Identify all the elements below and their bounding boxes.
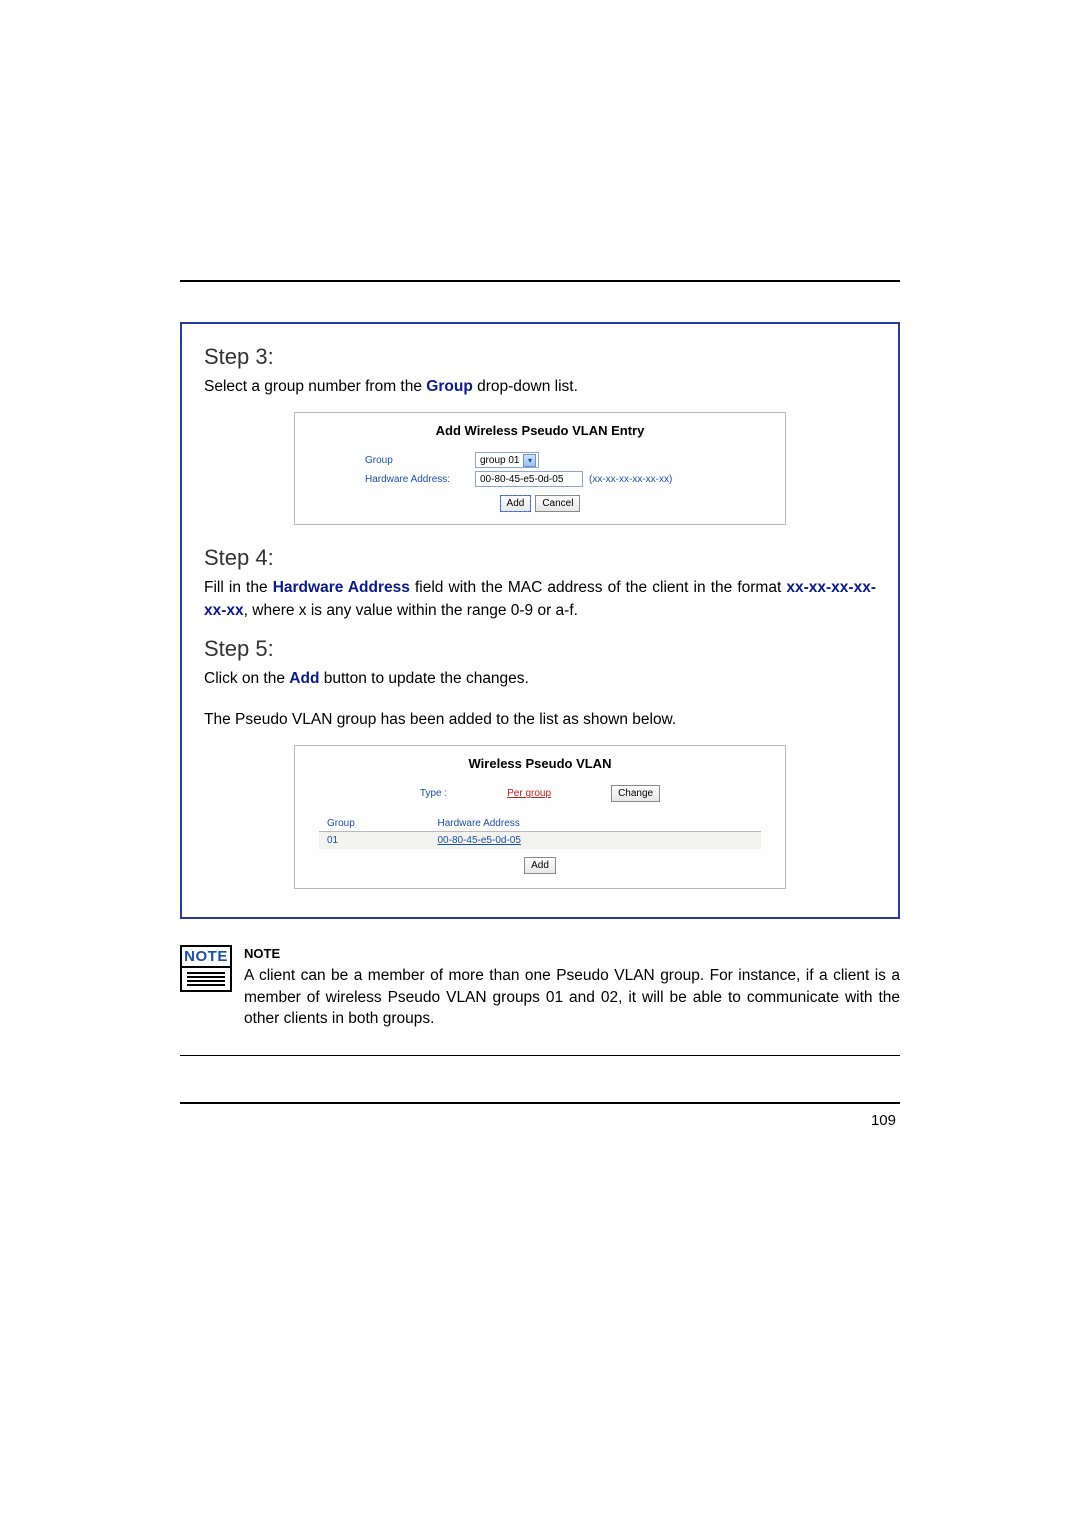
note-icon: NOTE <box>180 945 232 992</box>
type-value-link[interactable]: Per group <box>507 788 551 799</box>
steps-box: Step 3: Select a group number from the G… <box>180 322 900 919</box>
page-number: 109 <box>180 1112 900 1129</box>
type-row: Type : Per group Change <box>319 785 761 802</box>
step5-heading: Step 5: <box>204 636 876 662</box>
rule-under-note <box>180 1055 900 1056</box>
note-body: A client can be a member of more than on… <box>244 965 900 1029</box>
step4-seg2: field with the MAC address of the client… <box>410 579 786 596</box>
step3-text-post: drop-down list. <box>473 378 578 395</box>
rule-footer <box>180 1102 900 1104</box>
note-icon-lines <box>180 968 232 992</box>
step5-result: The Pseudo VLAN group has been added to … <box>204 709 876 731</box>
step5-bold1: Add <box>289 670 319 687</box>
step5-seg2: button to update the changes. <box>319 670 528 687</box>
step3-text-pre: Select a group number from the <box>204 378 426 395</box>
cell-group: 01 <box>319 832 430 850</box>
cancel-button[interactable]: Cancel <box>535 495 580 512</box>
vlan-list-buttons: Add <box>319 857 761 874</box>
table-header-row: Group Hardware Address <box>319 816 761 832</box>
step5-seg1: Click on the <box>204 670 289 687</box>
add-entry-title: Add Wireless Pseudo VLAN Entry <box>325 423 755 438</box>
step3-text: Select a group number from the Group dro… <box>204 376 876 398</box>
hw-row: Hardware Address: (xx-xx-xx-xx-xx-xx) <box>325 471 755 487</box>
note-icon-label: NOTE <box>180 945 232 968</box>
step4-bold1: Hardware Address <box>273 579 410 596</box>
add-entry-buttons: Add Cancel <box>325 495 755 512</box>
step3-heading: Step 3: <box>204 344 876 370</box>
group-select-value: group 01 <box>480 455 519 466</box>
vlan-table: Group Hardware Address 01 00-80-45-e5-0d… <box>319 816 761 849</box>
group-label: Group <box>325 455 475 466</box>
add-button[interactable]: Add <box>500 495 532 512</box>
vlan-list-title: Wireless Pseudo VLAN <box>319 756 761 771</box>
add-button-2[interactable]: Add <box>524 857 556 874</box>
chevron-down-icon[interactable]: ▾ <box>523 454 536 467</box>
hw-label: Hardware Address: <box>325 474 475 485</box>
change-button[interactable]: Change <box>611 785 660 802</box>
col-group: Group <box>319 816 430 832</box>
hw-hint: (xx-xx-xx-xx-xx-xx) <box>589 474 672 485</box>
vlan-list-panel: Wireless Pseudo VLAN Type : Per group Ch… <box>294 745 786 889</box>
cell-hw-link[interactable]: 00-80-45-e5-0d-05 <box>438 835 521 846</box>
col-hw: Hardware Address <box>430 816 762 832</box>
note-text: NOTE A client can be a member of more th… <box>244 945 900 1029</box>
group-row: Group group 01 ▾ <box>325 452 755 468</box>
step4-text: Fill in the Hardware Address field with … <box>204 577 876 622</box>
type-label: Type : <box>420 788 447 799</box>
step4-heading: Step 4: <box>204 545 876 571</box>
rule-top <box>180 280 900 282</box>
table-row: 01 00-80-45-e5-0d-05 <box>319 832 761 850</box>
step3-text-bold: Group <box>426 378 473 395</box>
step5-text: Click on the Add button to update the ch… <box>204 668 876 690</box>
group-select[interactable]: group 01 ▾ <box>475 452 539 468</box>
hw-input[interactable] <box>475 471 583 487</box>
step4-seg1: Fill in the <box>204 579 273 596</box>
step4-seg3: , where x is any value within the range … <box>244 602 578 619</box>
note-heading: NOTE <box>244 945 900 963</box>
add-entry-panel: Add Wireless Pseudo VLAN Entry Group gro… <box>294 412 786 525</box>
note-block: NOTE NOTE A client can be a member of mo… <box>180 945 900 1029</box>
